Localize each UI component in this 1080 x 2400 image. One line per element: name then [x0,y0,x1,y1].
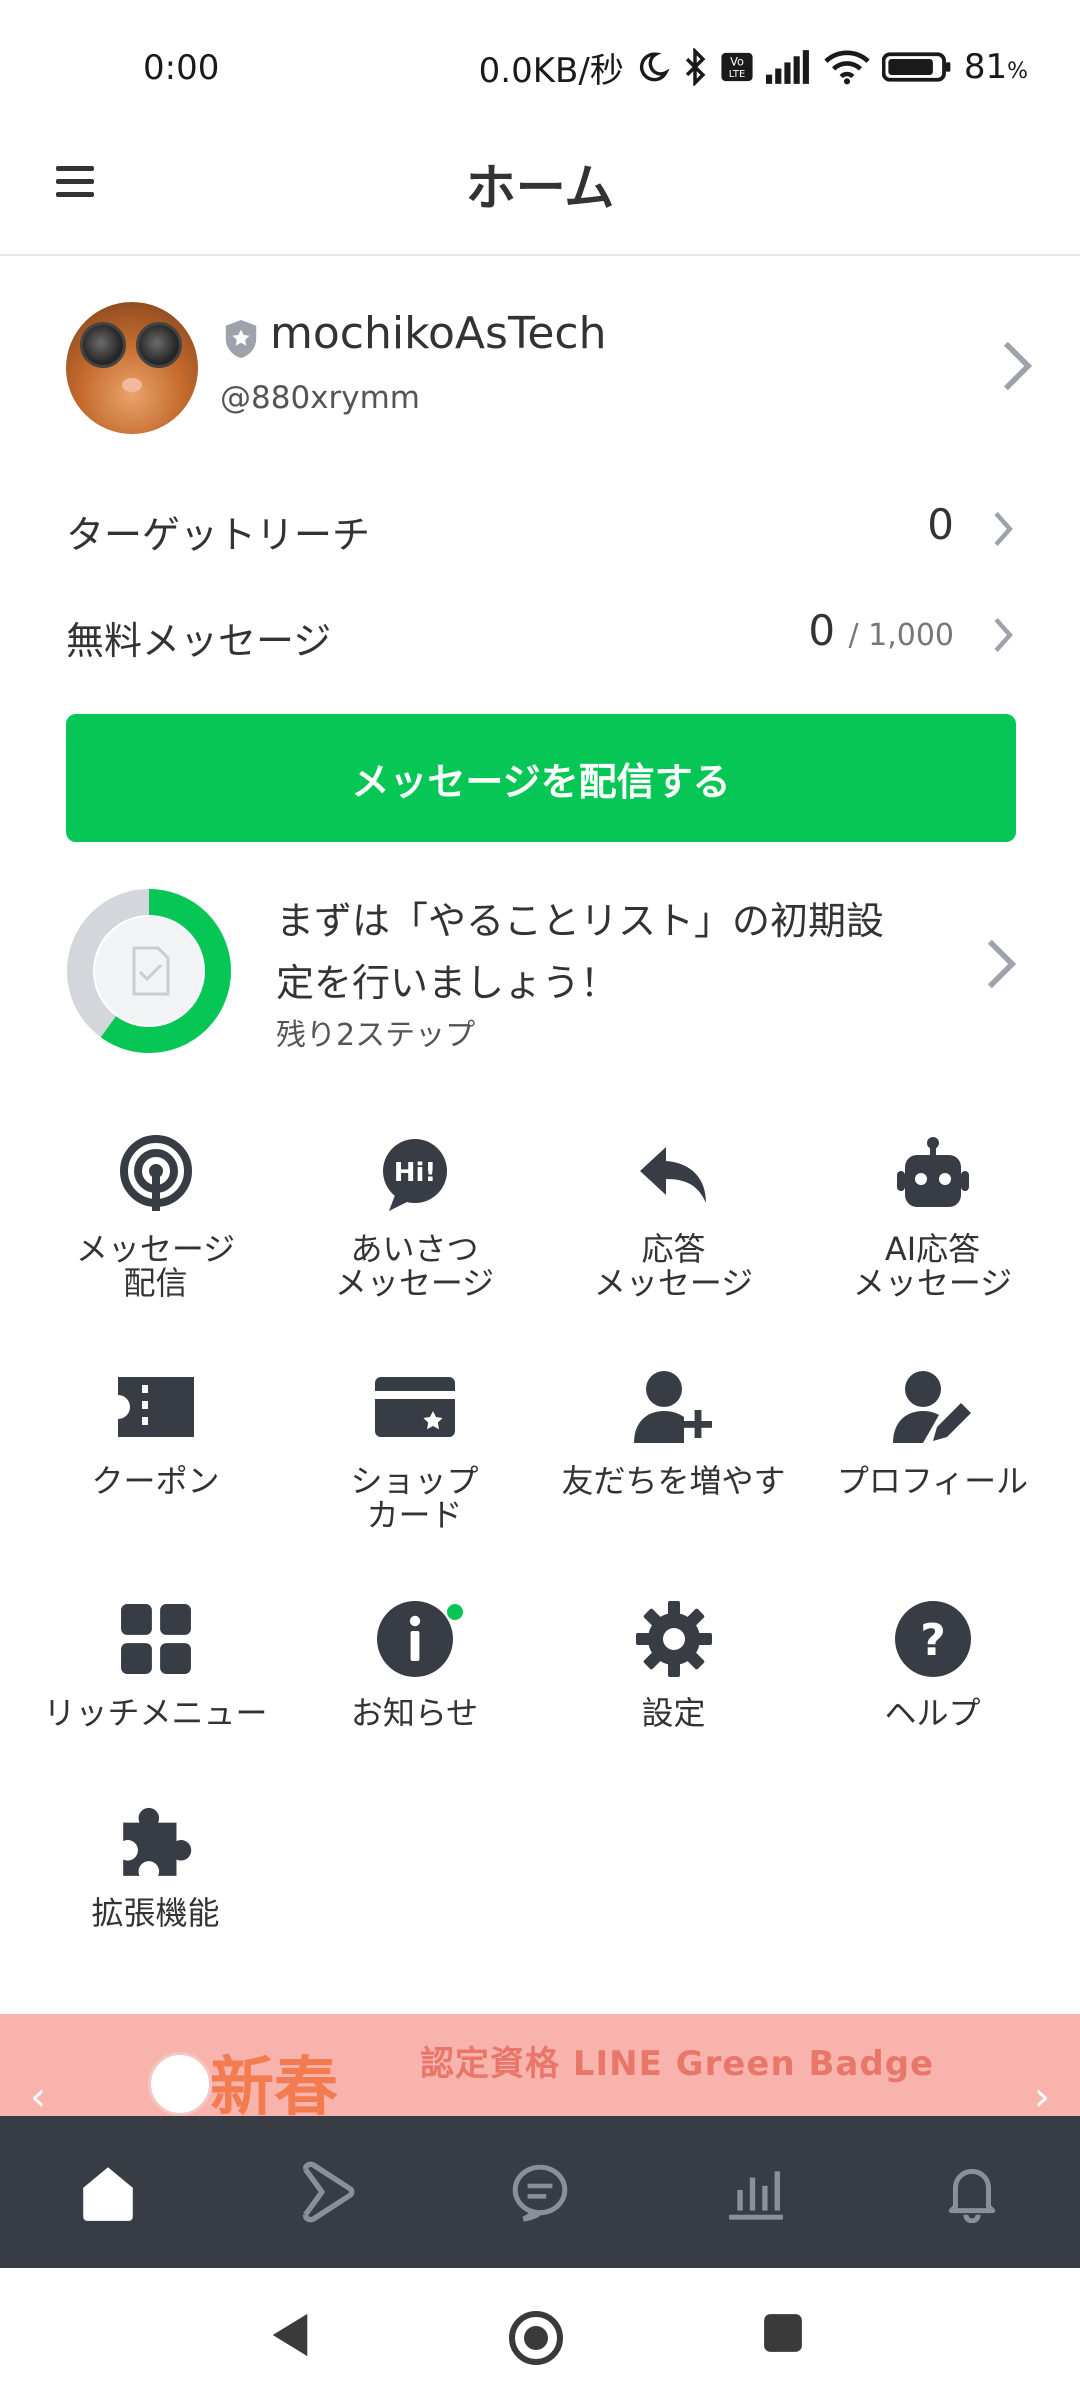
nav-analytics[interactable] [648,2116,864,2268]
help-icon: ? [894,1601,971,1677]
free-messages-row[interactable]: 無料メッセージ 0 / 1,000 [66,600,1014,670]
new-badge-dot [447,1604,463,1620]
tile-label: ショップ カード [350,1462,479,1534]
signal-icon [765,50,809,84]
bell-icon [948,2168,996,2223]
todo-progress-ring [67,889,231,1053]
chevron-right-icon [994,511,1013,547]
chevron-right-icon [987,939,1016,989]
account-id: @880xrymm [220,380,421,416]
tile-greeting-message[interactable]: Hi! あいさつ メッセージ [285,1130,544,1350]
status-icons: 0.0KB/秒 Vo LTE 81% [478,44,1028,91]
chevron-right-icon [994,617,1013,653]
banner-next-icon[interactable]: › [1034,2074,1050,2116]
page-title: ホーム [465,159,615,217]
tile-label: AI応答 メッセージ [852,1230,1013,1302]
tile-label: 拡張機能 [91,1894,220,1932]
free-messages-value: 0 / 1,000 [808,606,954,655]
chat-icon [512,2164,568,2222]
tile-label: 友だちを増やす [561,1462,786,1500]
tile-shop-card[interactable]: ショップ カード [285,1362,544,1582]
tile-label: ヘルプ [884,1694,981,1732]
status-time: 0:00 [143,48,220,88]
puzzle-icon [122,1807,191,1876]
todo-card[interactable]: まずは「やることリスト」の初期設定を行いましょう！ 残り2ステップ [66,888,1016,1058]
shop-card-icon [374,1377,455,1437]
reply-icon [639,1147,706,1203]
battery-icon [881,52,951,82]
wifi-icon [824,50,870,85]
promo-banner[interactable]: ‹ 新春 認定資格 LINE Green Badge › [0,2014,1080,2116]
tile-label: クーポン [91,1462,220,1500]
bottom-nav [0,2116,1080,2268]
tile-label: 応答 メッセージ [593,1230,754,1302]
play-icon [302,2161,355,2223]
free-messages-limit: / 1,000 [848,618,954,653]
banner-character [148,2052,212,2116]
free-messages-label: 無料メッセージ [66,619,332,663]
rich-menu-icon [120,1604,191,1674]
tile-profile[interactable]: プロフィール [803,1362,1062,1582]
account-profile[interactable]: mochikoAsTech @880xrymm [0,290,1080,440]
svg-text:?: ? [920,1615,946,1666]
robot-icon [896,1137,969,1207]
hi-bubble-icon: Hi! [382,1139,447,1211]
analytics-icon [729,2171,783,2220]
tile-add-friends[interactable]: 友だちを増やす [544,1362,803,1582]
target-reach-row[interactable]: ターゲットリーチ 0 [66,494,1014,564]
banner-prev-icon[interactable]: ‹ [30,2074,46,2116]
svg-text:Vo: Vo [730,55,744,69]
nav-chat[interactable] [432,2116,648,2268]
banner-headline: 新春 [210,2051,338,2116]
bluetooth-icon [685,48,706,86]
nav-notifications[interactable] [864,2116,1080,2268]
recent-apps-icon[interactable] [762,2312,804,2354]
chevron-right-icon [1003,341,1032,391]
back-icon[interactable] [268,2310,312,2360]
tile-label: リッチメニュー [43,1694,268,1732]
todo-title: まずは「やることリスト」の初期設定を行いましょう！ [276,899,885,1005]
tile-auto-reply[interactable]: 応答 メッセージ [544,1130,803,1350]
nav-home[interactable] [0,2116,216,2268]
app-header: ホーム [0,120,1080,256]
volte-icon: VoLTE [721,52,753,82]
tile-ai-reply[interactable]: AI応答 メッセージ [803,1130,1062,1350]
profile-edit-icon [892,1371,971,1443]
moon-icon [639,52,670,82]
tile-settings[interactable]: 設定 [544,1594,803,1814]
tile-coupon[interactable]: クーポン [26,1362,285,1582]
gear-icon [635,1601,712,1677]
nav-play[interactable] [216,2116,432,2268]
shield-star-icon [225,320,257,358]
battery-level: 81% [963,47,1028,87]
tile-notifications[interactable]: お知らせ [285,1594,544,1814]
network-speed: 0.0KB/秒 [478,50,624,91]
system-nav [0,2268,1080,2400]
broadcast-icon [119,1135,192,1211]
svg-text:LTE: LTE [729,69,745,80]
tile-extensions[interactable]: 拡張機能 [26,1794,285,2014]
tile-label: あいさつ メッセージ [334,1230,495,1302]
tile-label: 設定 [641,1694,706,1732]
svg-text:Hi!: Hi! [393,1158,436,1188]
tile-rich-menu[interactable]: リッチメニュー [26,1594,285,1814]
tile-label: お知らせ [350,1694,479,1732]
add-friend-icon [633,1371,712,1443]
todo-remaining: 残り2ステップ [276,1018,476,1053]
tile-help[interactable]: ? ヘルプ [803,1594,1062,1814]
avatar [66,302,198,434]
info-icon [376,1601,453,1677]
target-reach-label: ターゲットリーチ [66,513,371,557]
status-bar: 0:00 0.0KB/秒 Vo LTE 81% [0,0,1080,120]
banner-text: 認定資格 LINE Green Badge [420,2044,935,2084]
target-reach-value: 0 [927,500,954,549]
send-message-button[interactable]: メッセージを配信する [66,714,1016,842]
tile-label: プロフィール [836,1462,1029,1500]
coupon-icon [117,1377,194,1437]
account-name: mochikoAsTech [270,308,607,359]
home-icon [83,2167,133,2221]
home-button-icon[interactable] [508,2310,564,2366]
tile-message-broadcast[interactable]: メッセージ 配信 [26,1130,285,1350]
tile-label: メッセージ 配信 [75,1230,236,1302]
